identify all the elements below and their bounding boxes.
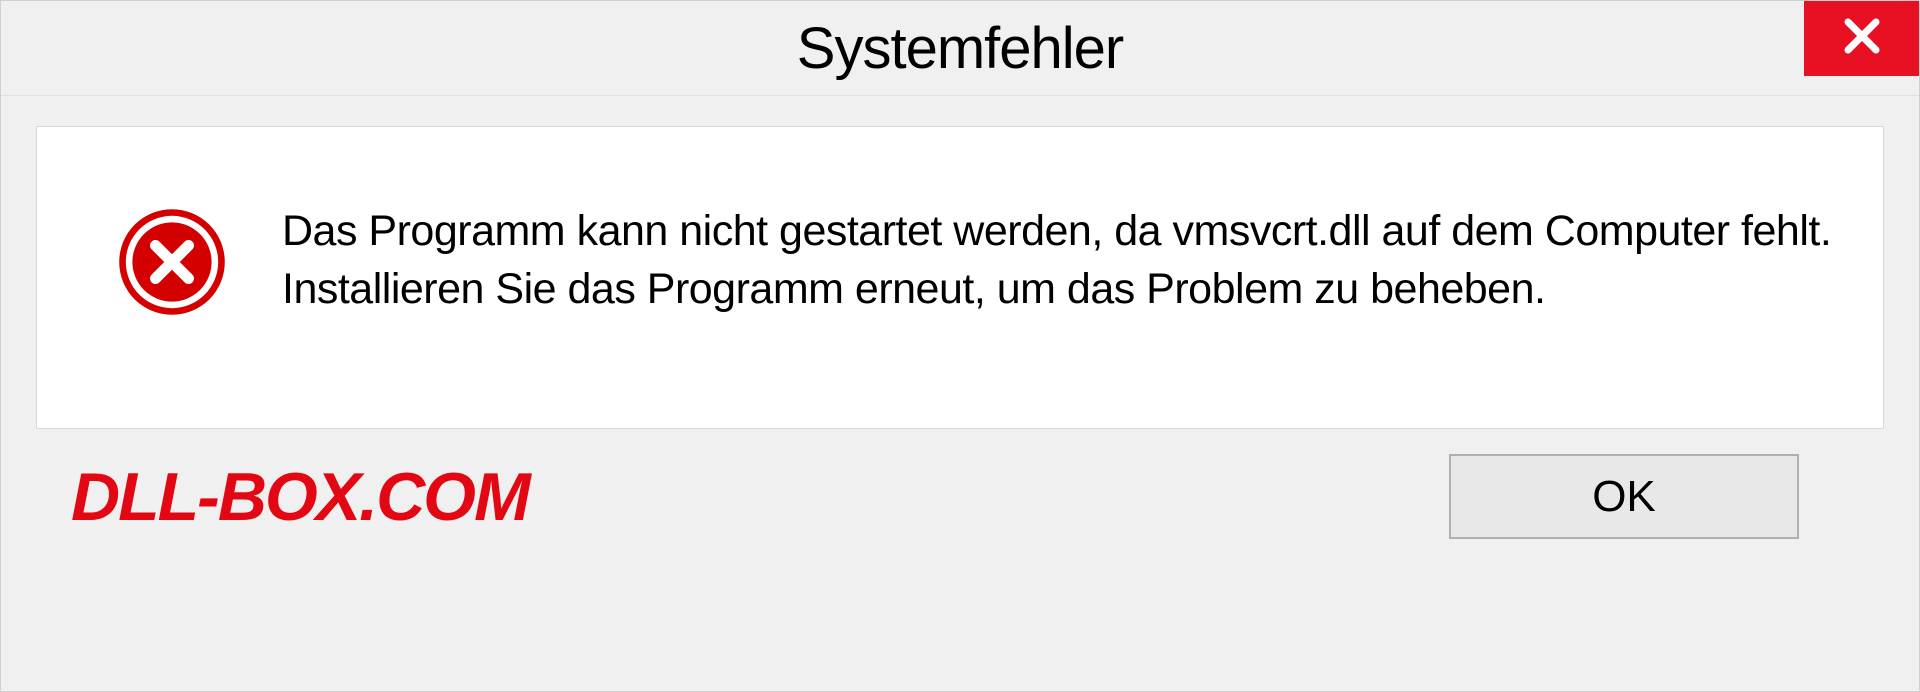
ok-button[interactable]: OK bbox=[1449, 454, 1799, 539]
close-button[interactable] bbox=[1804, 1, 1919, 76]
content-area: Das Programm kann nicht gestartet werden… bbox=[1, 96, 1919, 691]
system-error-dialog: Systemfehler Das Programm kan bbox=[0, 0, 1920, 692]
error-message: Das Programm kann nicht gestartet werden… bbox=[282, 202, 1833, 318]
watermark-text: DLL-BOX.COM bbox=[71, 458, 529, 536]
window-title: Systemfehler bbox=[797, 15, 1123, 82]
footer-bar: DLL-BOX.COM OK bbox=[36, 429, 1884, 569]
close-icon bbox=[1838, 12, 1886, 65]
message-panel: Das Programm kann nicht gestartet werden… bbox=[36, 126, 1884, 429]
error-icon bbox=[117, 207, 227, 317]
title-bar: Systemfehler bbox=[1, 1, 1919, 96]
